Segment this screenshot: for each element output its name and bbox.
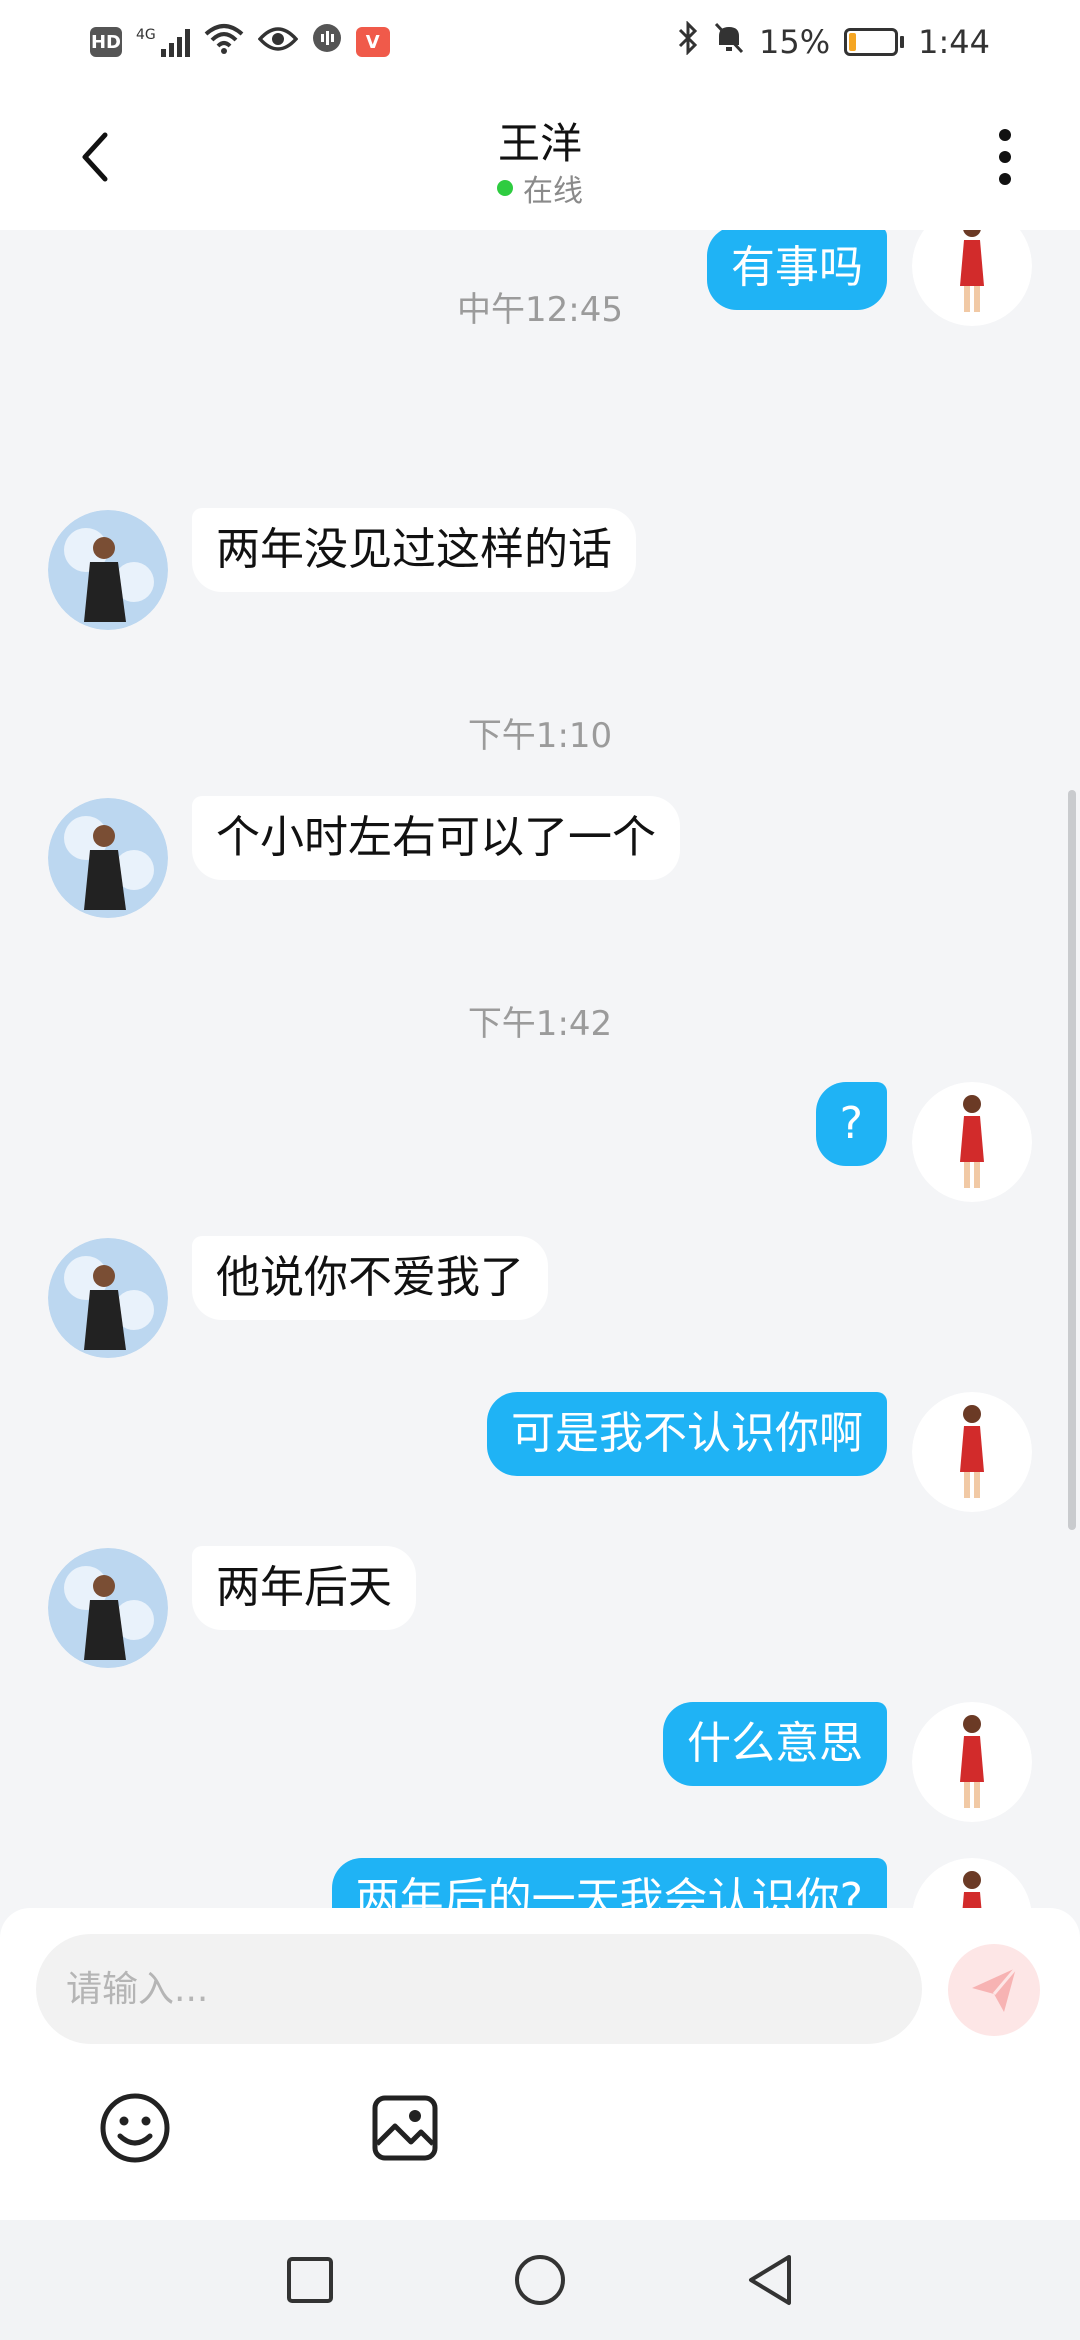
message-list[interactable]: 有事吗 中午12:45 两年没见过这样的话 下午1:10 个小时左右可以了一个 … [0,230,1080,1910]
timestamp: 中午12:45 [457,290,623,330]
send-button[interactable] [948,1944,1040,2036]
presence-status: 在线 [0,166,1080,210]
scrollbar[interactable] [1068,790,1076,1530]
timestamp: 下午1:42 [467,1004,613,1044]
clock: 1:44 [918,23,990,61]
voice-icon [312,23,342,61]
my-avatar[interactable] [912,1392,1032,1512]
contact-avatar[interactable] [48,798,168,918]
contact-name: 王洋 [497,119,582,168]
system-nav-bar [0,2220,1080,2340]
wifi-icon [204,22,244,62]
triangle-back-icon [749,2255,791,2305]
presence-label: 在线 [523,174,583,209]
circle-icon [515,2255,565,2305]
contact-avatar[interactable] [48,510,168,630]
image-button[interactable] [365,2088,445,2168]
contact-avatar[interactable] [48,1238,168,1358]
message-bubble-incoming[interactable]: 个小时左右可以了一个 [192,796,680,880]
signal-icon: 4G [136,27,190,57]
bluetooth-icon [677,20,699,63]
square-icon [287,2257,333,2303]
message-bubble-outgoing[interactable]: 可是我不认识你啊 [487,1392,887,1476]
composer [0,1908,1080,2220]
online-dot-icon [497,180,513,196]
more-options-button[interactable] [970,122,1040,192]
battery-fill [849,33,857,51]
status-right: 15% 1:44 [677,20,990,63]
app-badge-icon: V [355,27,390,57]
hd-icon: HD [90,27,122,57]
my-avatar[interactable] [912,1082,1032,1202]
status-left: HD 4G V [90,22,390,62]
message-bubble-incoming[interactable]: 两年没见过这样的话 [192,508,636,592]
message-bubble-outgoing[interactable]: 什么意思 [663,1702,887,1786]
message-bubble-outgoing[interactable]: ? [815,1082,887,1166]
contact-avatar[interactable] [48,1548,168,1668]
emoji-button[interactable] [95,2088,175,2168]
battery-percent: 15% [759,23,831,61]
status-bar: HD 4G V 15% 1:44 [0,0,1080,84]
image-icon [372,2095,438,2161]
battery-icon [844,28,905,56]
my-avatar[interactable] [912,1858,1032,1910]
mute-icon [713,21,745,63]
message-bubble-incoming[interactable]: 他说你不爱我了 [192,1236,548,1320]
my-avatar[interactable] [912,1702,1032,1822]
timestamp: 下午1:10 [467,716,613,756]
eye-icon [257,23,299,61]
chat-header: 王洋 在线 [0,84,1080,230]
message-bubble-outgoing[interactable]: 两年后的一天我会认识你? [331,1858,887,1910]
recents-button[interactable] [280,2250,340,2310]
network-type: 4G [136,27,156,43]
emoji-icon [100,2093,170,2163]
message-bubble-incoming[interactable]: 两年后天 [192,1546,416,1630]
home-button[interactable] [510,2250,570,2310]
back-nav-button[interactable] [740,2250,800,2310]
more-vertical-icon [999,129,1011,185]
message-input[interactable] [36,1934,922,2044]
send-icon [972,1967,1018,2012]
